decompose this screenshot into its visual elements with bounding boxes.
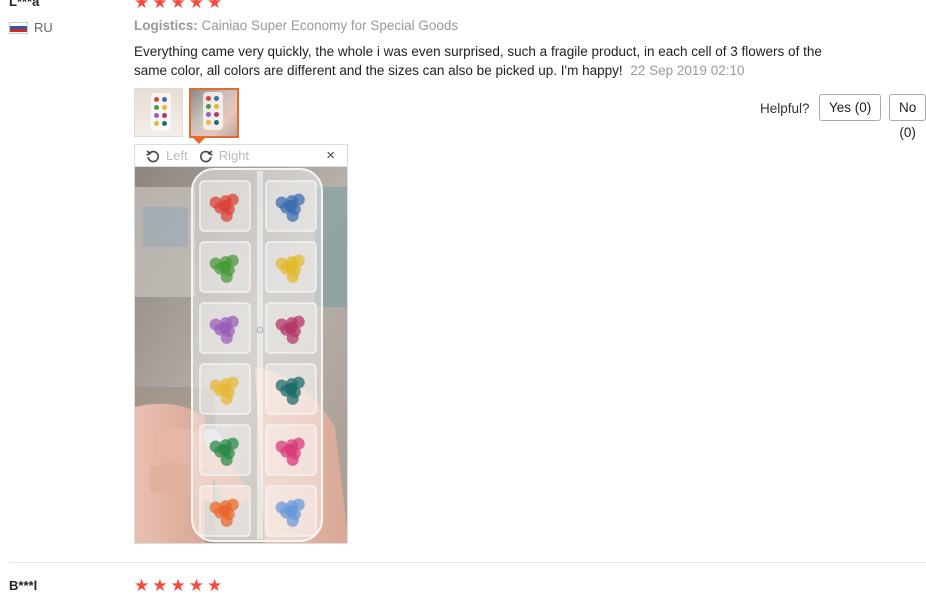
star-icon: ★ [188,576,204,594]
review-text: Everything came very quickly, the whole … [134,42,834,80]
review-date: 22 Sep 2019 02:10 [630,63,745,78]
dried-flower [226,193,239,206]
dried-flower [292,254,305,267]
star-icon: ★ [207,0,223,12]
logistics-label: Logistics: [134,18,198,33]
logistics-info: Logistics: Cainiao Super Economy for Spe… [134,18,458,33]
helpful-label: Helpful? [760,101,810,116]
reviewer-name-2: B***l [9,578,38,593]
dried-flower [292,376,305,389]
dried-flower [292,315,305,328]
review-photo-thumbnail-1[interactable] [134,88,183,137]
star-icon: ★ [188,0,204,12]
rotate-right-button[interactable]: Right [198,148,249,164]
rating-stars-2: ★ ★ ★ ★ ★ [134,577,222,594]
rotate-right-icon [199,149,213,162]
country-code: RU [34,20,53,35]
dried-flower [292,437,305,450]
dried-flower [226,498,239,511]
rotate-left-label: Left [166,148,188,163]
logistics-value: Cainiao Super Economy for Special Goods [201,18,459,33]
star-icon: ★ [207,576,223,594]
helpful-yes-button[interactable]: Yes (0) [819,94,882,121]
helpful-no-button[interactable]: No (0) [889,94,926,140]
flower-case-photo [135,167,347,543]
review-photo-thumbnail-2[interactable] [189,88,239,138]
dried-flower [292,193,305,206]
close-viewer-button[interactable]: × [326,147,335,164]
russia-flag-icon [9,21,28,34]
dried-flower [226,315,239,328]
rotate-right-label: Right [218,148,250,163]
dried-flower [292,498,305,511]
photo-viewer-toolbar: Left Right × [134,144,348,166]
reviewer-name: L***a [9,0,40,9]
star-icon: ★ [170,0,186,12]
star-icon: ★ [170,576,186,594]
reviewer-country: RU [9,20,53,35]
rotate-left-button[interactable]: Left [145,148,188,164]
star-icon: ★ [152,0,168,12]
enlarged-review-photo [134,166,348,544]
dried-flower [226,254,239,267]
rating-stars: ★ ★ ★ ★ ★ [134,0,222,11]
dried-flower [226,376,239,389]
star-icon: ★ [134,576,150,594]
rotate-left-icon [146,149,159,162]
star-icon: ★ [152,576,168,594]
review-divider [9,562,926,563]
dried-flower [226,437,239,450]
star-icon: ★ [134,0,150,12]
